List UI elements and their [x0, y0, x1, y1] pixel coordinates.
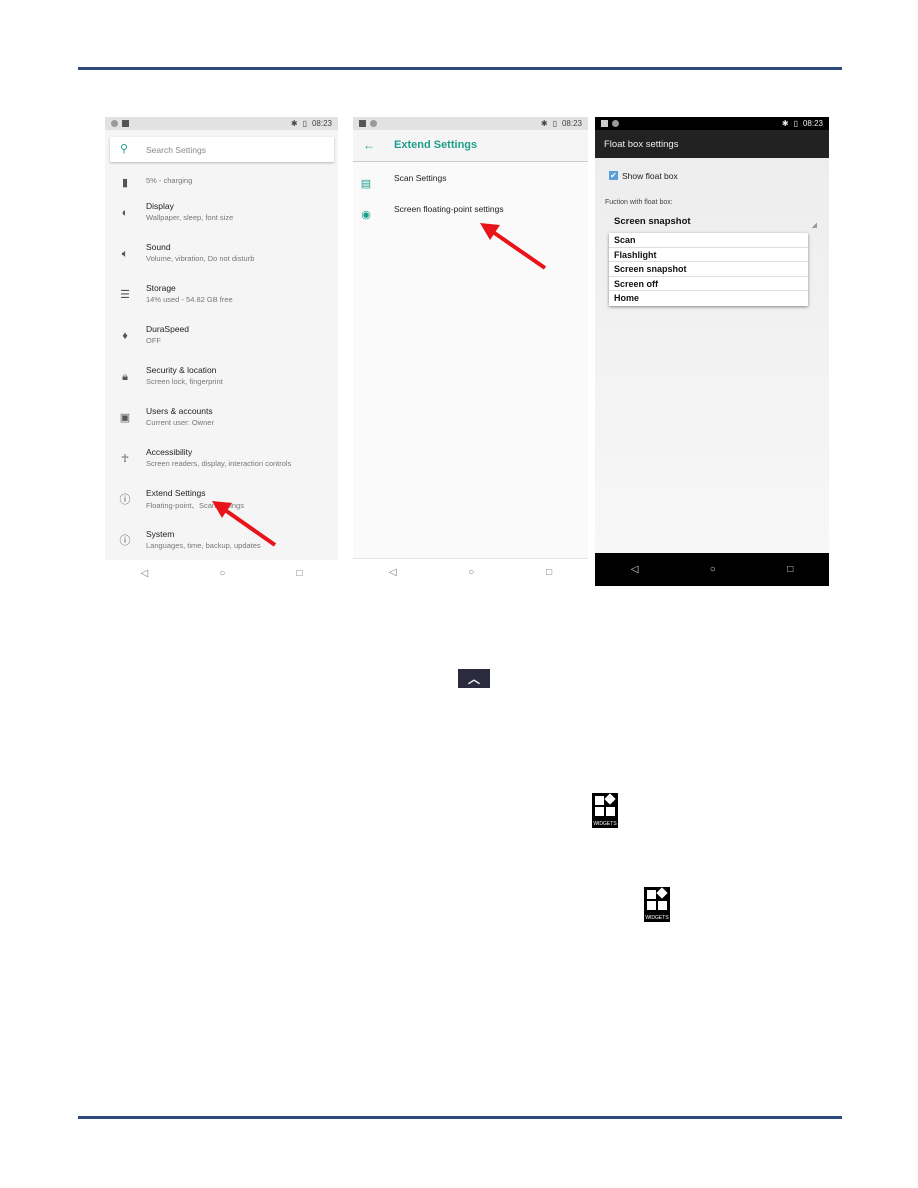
red-arrow-icon	[480, 223, 547, 270]
red-arrow-icon	[212, 501, 277, 547]
widgets-icon: WIDGETS	[644, 887, 670, 922]
footer-rule	[78, 1116, 842, 1119]
widgets-label: WIDGETS	[645, 915, 669, 921]
chevron-up-icon: ︿	[458, 669, 490, 688]
annotation-arrows	[212, 223, 547, 547]
widgets-label: WIDGETS	[593, 821, 617, 827]
widgets-icon: WIDGETS	[592, 793, 618, 828]
